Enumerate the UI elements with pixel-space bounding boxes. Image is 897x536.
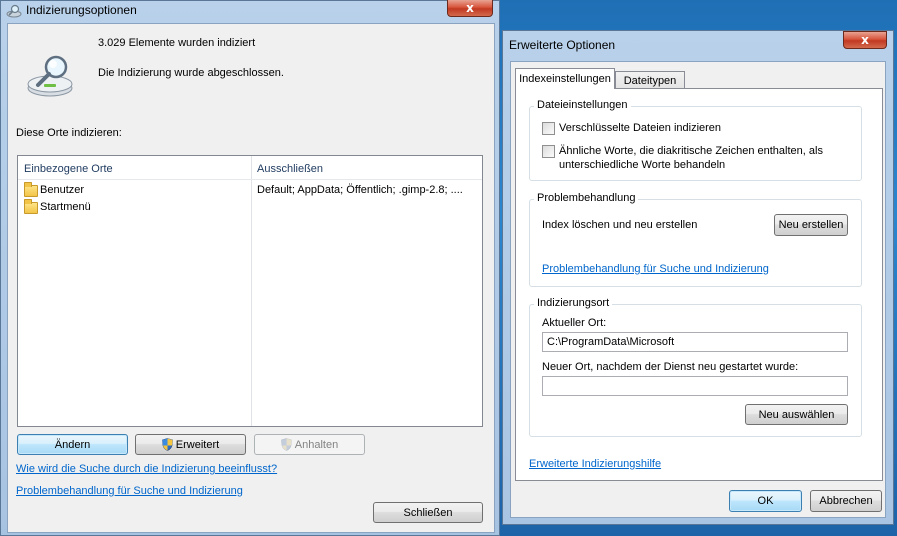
column-header-exclude[interactable]: Ausschließen xyxy=(257,163,323,175)
troubleshooting-title: Problembehandlung xyxy=(534,192,639,204)
index-location-title: Indizierungsort xyxy=(534,297,613,309)
header-divider xyxy=(18,179,482,180)
uac-shield-icon xyxy=(161,438,173,451)
advanced-indexing-help-link[interactable]: Erweiterte Indizierungshilfe xyxy=(529,458,661,470)
window-title: Indizierungsoptionen xyxy=(26,3,137,17)
location-exclusions: Default; AppData; Öffentlich; .gimp-2.8;… xyxy=(257,184,463,196)
new-location-label: Neuer Ort, nachdem der Dienst neu gestar… xyxy=(542,361,799,373)
tab-index-settings[interactable]: Indexeinstellungen xyxy=(515,68,615,89)
rebuild-button-label: Neu erstellen xyxy=(778,219,844,231)
change-button-label: Ändern xyxy=(54,438,91,451)
indexing-status-text: Die Indizierung wurde abgeschlossen. xyxy=(98,67,284,79)
how-search-affected-link[interactable]: Wie wird die Suche durch die Indizierung… xyxy=(16,463,277,475)
window-client-area: Indexeinstellungen Dateitypen Dateieinst… xyxy=(510,61,886,518)
indexing-options-icon xyxy=(6,4,22,18)
close-dialog-button-label: Schließen xyxy=(403,506,453,519)
locations-label: Diese Orte indizieren: xyxy=(16,127,122,139)
current-location-value: C:\ProgramData\Microsoft xyxy=(547,336,675,348)
window-client-area: 3.029 Elemente wurden indiziert Die Indi… xyxy=(7,23,495,533)
ok-button[interactable]: OK xyxy=(729,490,802,512)
troubleshoot-link[interactable]: Problembehandlung für Suche und Indizier… xyxy=(542,263,769,275)
cancel-button-label: Abbrechen xyxy=(819,495,873,507)
indexing-magnifier-icon xyxy=(26,54,74,98)
rebuild-button[interactable]: Neu erstellen xyxy=(774,214,848,236)
list-row[interactable]: Startmenü xyxy=(18,199,482,216)
select-new-button-label: Neu auswählen xyxy=(758,408,835,421)
change-button[interactable]: Ändern xyxy=(17,434,128,455)
folder-icon xyxy=(24,199,38,214)
diacritics-checkbox[interactable] xyxy=(542,145,555,158)
indexed-count-text: 3.029 Elemente wurden indiziert xyxy=(98,37,256,49)
close-icon: x xyxy=(861,33,869,47)
tab-label: Indexeinstellungen xyxy=(519,73,611,85)
close-button[interactable]: x xyxy=(447,0,493,17)
current-location-label: Aktueller Ort: xyxy=(542,317,607,329)
window-title: Erweiterte Optionen xyxy=(509,38,616,52)
tab-file-types[interactable]: Dateitypen xyxy=(615,71,685,89)
rebuild-index-label: Index löschen und neu erstellen xyxy=(542,219,698,231)
new-location-field[interactable] xyxy=(542,376,848,396)
uac-shield-icon xyxy=(280,438,292,451)
current-location-field[interactable]: C:\ProgramData\Microsoft xyxy=(542,332,848,352)
encrypted-files-label[interactable]: Verschlüsselte Dateien indizieren xyxy=(559,122,721,134)
diacritics-label-line2[interactable]: unterschiedliche Worte behandeln xyxy=(559,159,725,171)
indexing-options-window: Indizierungsoptionen x 3.029 Elemente wu… xyxy=(0,0,500,536)
diacritics-label-line1[interactable]: Ähnliche Worte, die diakritische Zeichen… xyxy=(559,145,823,157)
tab-panel: Dateieinstellungen Verschlüsselte Dateie… xyxy=(515,88,883,481)
folder-icon xyxy=(24,182,38,197)
location-name: Startmenü xyxy=(40,201,91,213)
title-bar[interactable]: Indizierungsoptionen x xyxy=(1,0,499,21)
indexed-locations-list[interactable]: Einbezogene Orte Ausschließen Benutzer D… xyxy=(17,155,483,427)
column-header-included[interactable]: Einbezogene Orte xyxy=(24,163,113,175)
encrypted-files-checkbox[interactable] xyxy=(542,122,555,135)
advanced-button-label: Erweitert xyxy=(175,438,220,451)
ok-button-label: OK xyxy=(757,495,774,507)
troubleshoot-link[interactable]: Problembehandlung für Suche und Indizier… xyxy=(16,485,243,497)
tab-label: Dateitypen xyxy=(623,74,677,87)
close-button[interactable]: x xyxy=(843,31,887,49)
list-row[interactable]: Benutzer Default; AppData; Öffentlich; .… xyxy=(18,182,482,199)
select-new-button[interactable]: Neu auswählen xyxy=(745,404,848,425)
close-icon: x xyxy=(466,1,474,15)
pause-button-label: Anhalten xyxy=(294,438,339,451)
cancel-button[interactable]: Abbrechen xyxy=(810,490,882,512)
location-name: Benutzer xyxy=(40,184,85,196)
advanced-options-window: Erweiterte Optionen x Indexeinstellungen… xyxy=(502,30,894,525)
file-settings-title: Dateieinstellungen xyxy=(534,99,631,111)
pause-button[interactable]: Anhalten xyxy=(254,434,365,455)
advanced-button[interactable]: Erweitert xyxy=(135,434,246,455)
close-dialog-button[interactable]: Schließen xyxy=(373,502,483,523)
